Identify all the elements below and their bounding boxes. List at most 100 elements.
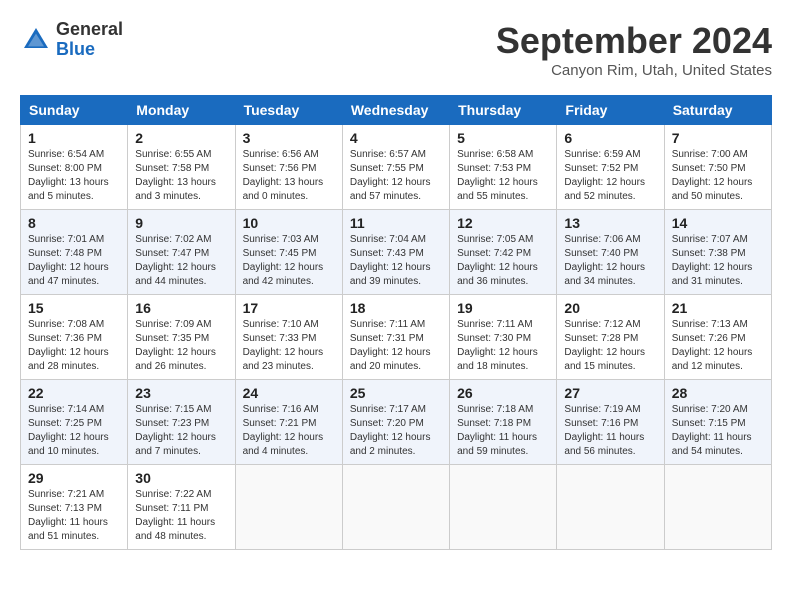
day-info: Sunrise: 6:57 AMSunset: 7:55 PMDaylight:… — [350, 148, 442, 204]
day-info: Sunrise: 7:00 AMSunset: 7:50 PMDaylight:… — [672, 148, 764, 204]
day-info: Sunrise: 7:08 AMSunset: 7:36 PMDaylight:… — [28, 318, 120, 374]
calendar-day-cell: 8 Sunrise: 7:01 AMSunset: 7:48 PMDaylight… — [21, 210, 128, 295]
day-info: Sunrise: 7:06 AMSunset: 7:40 PMDaylight:… — [564, 233, 656, 289]
day-number: 16 — [135, 300, 227, 316]
weekday-header-sunday: Sunday — [21, 96, 128, 125]
day-number: 11 — [350, 215, 442, 231]
calendar-day-cell: 25 Sunrise: 7:17 AMSunset: 7:20 PMDayligh… — [342, 380, 449, 465]
day-number: 18 — [350, 300, 442, 316]
day-number: 2 — [135, 130, 227, 146]
day-info: Sunrise: 7:04 AMSunset: 7:43 PMDaylight:… — [350, 233, 442, 289]
day-number: 30 — [135, 470, 227, 486]
calendar-day-cell: 27Sunrise: 7:19 AMSunset: 7:16 PMDayligh… — [557, 380, 664, 465]
day-number: 19 — [457, 300, 549, 316]
calendar-day-cell: 29 Sunrise: 7:21 AMSunset: 7:13 PMDayligh… — [21, 465, 128, 550]
calendar-day-cell: 12 Sunrise: 7:05 AMSunset: 7:42 PMDayligh… — [450, 210, 557, 295]
page-header: General Blue September 2024 Canyon Rim, … — [20, 20, 772, 79]
day-info: Sunrise: 7:22 AMSunset: 7:11 PMDaylight:… — [135, 488, 227, 544]
calendar-day-cell: 7 Sunrise: 7:00 AMSunset: 7:50 PMDaylight… — [664, 125, 771, 210]
day-number: 21 — [672, 300, 764, 316]
weekday-header-monday: Monday — [128, 96, 235, 125]
title-block: September 2024 Canyon Rim, Utah, United … — [496, 20, 772, 79]
calendar-day-cell: 23 Sunrise: 7:15 AMSunset: 7:23 PMDayligh… — [128, 380, 235, 465]
weekday-header-friday: Friday — [557, 96, 664, 125]
day-number: 12 — [457, 215, 549, 231]
weekday-header-thursday: Thursday — [450, 96, 557, 125]
logo-icon — [20, 24, 52, 56]
weekday-header-wednesday: Wednesday — [342, 96, 449, 125]
day-info: Sunrise: 7:05 AMSunset: 7:42 PMDaylight:… — [457, 233, 549, 289]
day-info: Sunrise: 6:55 AMSunset: 7:58 PMDaylight:… — [135, 148, 227, 204]
calendar-day-cell: 9Sunrise: 7:02 AMSunset: 7:47 PMDaylight… — [128, 210, 235, 295]
day-info: Sunrise: 7:18 AMSunset: 7:18 PMDaylight:… — [457, 403, 549, 459]
day-info: Sunrise: 7:01 AMSunset: 7:48 PMDaylight:… — [28, 233, 120, 289]
day-number: 24 — [243, 385, 335, 401]
calendar-day-cell: 5 Sunrise: 6:58 AMSunset: 7:53 PMDaylight… — [450, 125, 557, 210]
empty-cell — [450, 465, 557, 550]
day-number: 23 — [135, 385, 227, 401]
day-number: 25 — [350, 385, 442, 401]
calendar-day-cell: 4Sunrise: 6:57 AMSunset: 7:55 PMDaylight… — [342, 125, 449, 210]
day-info: Sunrise: 7:02 AMSunset: 7:47 PMDaylight:… — [135, 233, 227, 289]
day-info: Sunrise: 7:11 AMSunset: 7:31 PMDaylight:… — [350, 318, 442, 374]
day-number: 8 — [28, 215, 120, 231]
day-number: 1 — [28, 130, 120, 146]
day-number: 7 — [672, 130, 764, 146]
day-info: Sunrise: 7:09 AMSunset: 7:35 PMDaylight:… — [135, 318, 227, 374]
calendar-day-cell: 20Sunrise: 7:12 AMSunset: 7:28 PMDayligh… — [557, 295, 664, 380]
calendar-day-cell: 6 Sunrise: 6:59 AMSunset: 7:52 PMDaylight… — [557, 125, 664, 210]
day-number: 10 — [243, 215, 335, 231]
calendar-day-cell: 18 Sunrise: 7:11 AMSunset: 7:31 PMDayligh… — [342, 295, 449, 380]
day-info: Sunrise: 6:59 AMSunset: 7:52 PMDaylight:… — [564, 148, 656, 204]
weekday-header-saturday: Saturday — [664, 96, 771, 125]
day-number: 5 — [457, 130, 549, 146]
day-number: 13 — [564, 215, 656, 231]
calendar-day-cell: 3 Sunrise: 6:56 AMSunset: 7:56 PMDaylight… — [235, 125, 342, 210]
calendar-day-cell: 26 Sunrise: 7:18 AMSunset: 7:18 PMDayligh… — [450, 380, 557, 465]
calendar-day-cell: 16 Sunrise: 7:09 AMSunset: 7:35 PMDayligh… — [128, 295, 235, 380]
day-info: Sunrise: 7:17 AMSunset: 7:20 PMDaylight:… — [350, 403, 442, 459]
empty-cell — [342, 465, 449, 550]
day-info: Sunrise: 7:12 AMSunset: 7:28 PMDaylight:… — [564, 318, 656, 374]
calendar-day-cell: 30 Sunrise: 7:22 AMSunset: 7:11 PMDayligh… — [128, 465, 235, 550]
day-info: Sunrise: 6:58 AMSunset: 7:53 PMDaylight:… — [457, 148, 549, 204]
empty-cell — [664, 465, 771, 550]
calendar-day-cell: 1 Sunrise: 6:54 AMSunset: 8:00 PMDaylight… — [21, 125, 128, 210]
calendar-day-cell: 10Sunrise: 7:03 AMSunset: 7:45 PMDayligh… — [235, 210, 342, 295]
calendar-day-cell: 22Sunrise: 7:14 AMSunset: 7:25 PMDayligh… — [21, 380, 128, 465]
day-info: Sunrise: 6:54 AMSunset: 8:00 PMDaylight:… — [28, 148, 120, 204]
calendar-day-cell: 14 Sunrise: 7:07 AMSunset: 7:38 PMDayligh… — [664, 210, 771, 295]
calendar-week-row: 15 Sunrise: 7:08 AMSunset: 7:36 PMDayligh… — [21, 295, 772, 380]
location-text: Canyon Rim, Utah, United States — [496, 62, 772, 79]
day-number: 14 — [672, 215, 764, 231]
day-info: Sunrise: 7:10 AMSunset: 7:33 PMDaylight:… — [243, 318, 335, 374]
logo-general-text: General — [56, 20, 123, 40]
day-number: 27 — [564, 385, 656, 401]
day-info: Sunrise: 7:14 AMSunset: 7:25 PMDaylight:… — [28, 403, 120, 459]
calendar-day-cell: 24Sunrise: 7:16 AMSunset: 7:21 PMDayligh… — [235, 380, 342, 465]
calendar-day-cell: 15 Sunrise: 7:08 AMSunset: 7:36 PMDayligh… — [21, 295, 128, 380]
empty-cell — [235, 465, 342, 550]
day-info: Sunrise: 7:15 AMSunset: 7:23 PMDaylight:… — [135, 403, 227, 459]
day-number: 3 — [243, 130, 335, 146]
calendar-week-row: 8 Sunrise: 7:01 AMSunset: 7:48 PMDaylight… — [21, 210, 772, 295]
empty-cell — [557, 465, 664, 550]
calendar-week-row: 22Sunrise: 7:14 AMSunset: 7:25 PMDayligh… — [21, 380, 772, 465]
day-info: Sunrise: 6:56 AMSunset: 7:56 PMDaylight:… — [243, 148, 335, 204]
day-number: 15 — [28, 300, 120, 316]
logo: General Blue — [20, 20, 123, 60]
day-number: 26 — [457, 385, 549, 401]
day-number: 29 — [28, 470, 120, 486]
logo-blue-text: Blue — [56, 40, 123, 60]
calendar-day-cell: 17Sunrise: 7:10 AMSunset: 7:33 PMDayligh… — [235, 295, 342, 380]
day-info: Sunrise: 7:07 AMSunset: 7:38 PMDaylight:… — [672, 233, 764, 289]
day-number: 6 — [564, 130, 656, 146]
day-info: Sunrise: 7:11 AMSunset: 7:30 PMDaylight:… — [457, 318, 549, 374]
calendar-day-cell: 2 Sunrise: 6:55 AMSunset: 7:58 PMDaylight… — [128, 125, 235, 210]
calendar-week-row: 1 Sunrise: 6:54 AMSunset: 8:00 PMDaylight… — [21, 125, 772, 210]
calendar-day-cell: 19 Sunrise: 7:11 AMSunset: 7:30 PMDayligh… — [450, 295, 557, 380]
calendar-day-cell: 21Sunrise: 7:13 AMSunset: 7:26 PMDayligh… — [664, 295, 771, 380]
day-info: Sunrise: 7:21 AMSunset: 7:13 PMDaylight:… — [28, 488, 120, 544]
month-title: September 2024 — [496, 20, 772, 62]
calendar-day-cell: 11 Sunrise: 7:04 AMSunset: 7:43 PMDayligh… — [342, 210, 449, 295]
